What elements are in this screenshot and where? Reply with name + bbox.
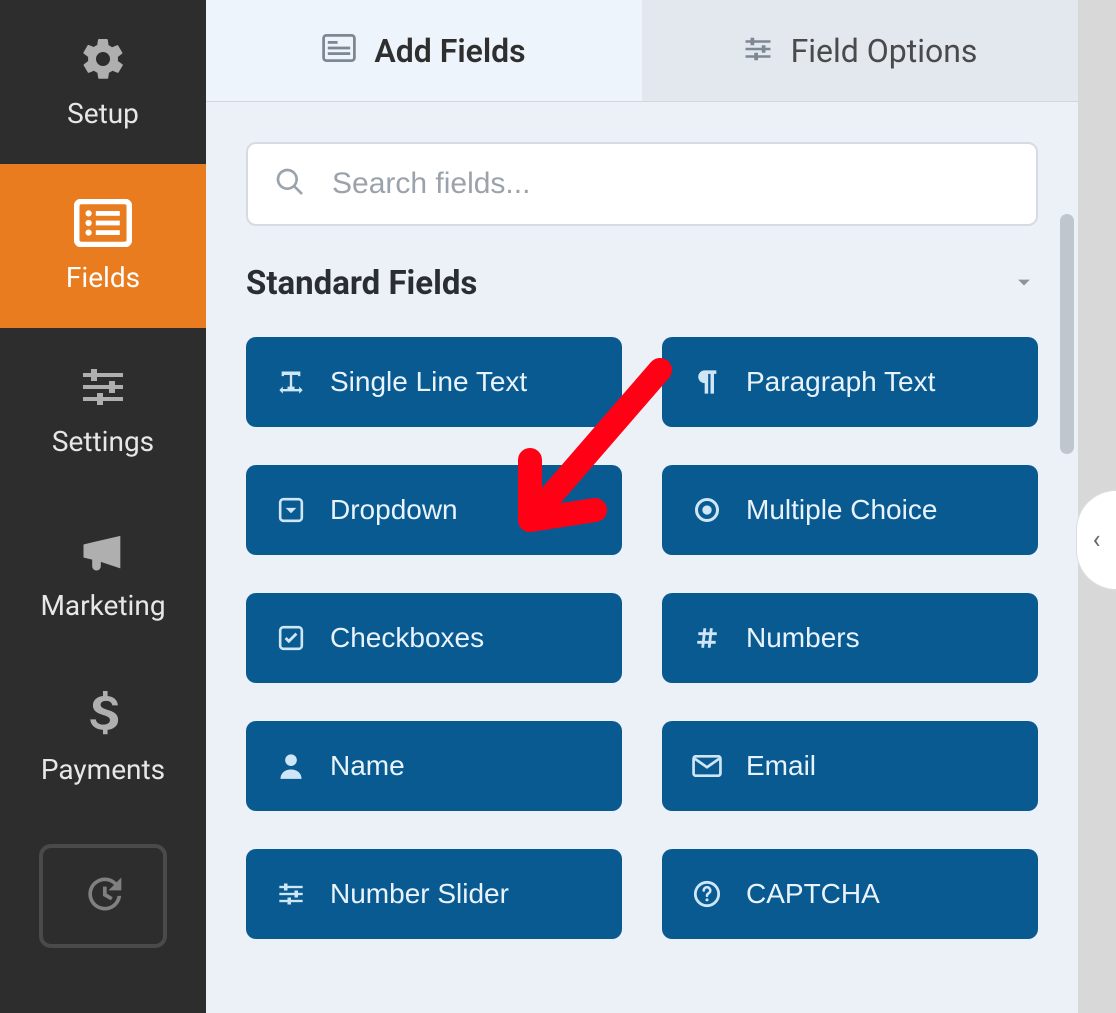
radio-icon [692, 496, 722, 524]
dollar-icon [88, 691, 118, 739]
sliders-icon [79, 363, 127, 411]
field-label: Checkboxes [330, 622, 484, 654]
tab-label: Add Fields [374, 32, 525, 70]
field-dropdown[interactable]: Dropdown [246, 465, 622, 555]
field-label: Multiple Choice [746, 494, 937, 526]
field-label: CAPTCHA [746, 878, 880, 910]
history-icon [81, 872, 125, 920]
field-multiple-choice[interactable]: Multiple Choice [662, 465, 1038, 555]
main-panel: Add Fields Field Options Standard Fields [206, 0, 1078, 1013]
sidebar-label: Payments [41, 753, 165, 786]
chevron-down-icon [1010, 268, 1038, 300]
sidebar-item-settings[interactable]: Settings [0, 328, 206, 492]
field-email[interactable]: Email [662, 721, 1038, 811]
paragraph-icon [692, 368, 722, 396]
field-label: Numbers [746, 622, 860, 654]
scrollbar[interactable] [1060, 214, 1074, 454]
section-title: Standard Fields [246, 264, 477, 303]
sidebar-label: Fields [66, 261, 140, 294]
field-label: Email [746, 750, 816, 782]
section-header[interactable]: Standard Fields [246, 264, 1038, 303]
field-label: Single Line Text [330, 366, 527, 398]
history-button[interactable] [39, 844, 167, 948]
sidebar-item-fields[interactable]: Fields [0, 164, 206, 328]
tab-field-options[interactable]: Field Options [642, 0, 1078, 101]
field-grid: Single Line Text Paragraph Text Dropdown [246, 337, 1038, 939]
text-width-icon [276, 369, 306, 395]
field-name[interactable]: Name [246, 721, 622, 811]
question-circle-icon [692, 880, 722, 908]
caret-square-icon [276, 497, 306, 523]
tabs: Add Fields Field Options [206, 0, 1078, 102]
tab-label: Field Options [791, 32, 978, 70]
sidebar-item-setup[interactable]: Setup [0, 0, 206, 164]
field-captcha[interactable]: CAPTCHA [662, 849, 1038, 939]
bullhorn-icon [77, 527, 129, 575]
field-label: Dropdown [330, 494, 458, 526]
checkbox-icon [276, 625, 306, 651]
sidebar-label: Marketing [40, 589, 165, 622]
hash-icon [692, 625, 722, 651]
field-paragraph-text[interactable]: Paragraph Text [662, 337, 1038, 427]
field-numbers[interactable]: Numbers [662, 593, 1038, 683]
field-checkboxes[interactable]: Checkboxes [246, 593, 622, 683]
field-label: Paragraph Text [746, 366, 935, 398]
chevron-left-icon: ‹ [1093, 525, 1101, 555]
field-label: Name [330, 750, 405, 782]
tab-add-fields[interactable]: Add Fields [206, 0, 642, 101]
sliders-icon [743, 32, 773, 70]
gear-icon [79, 35, 127, 83]
sidebar-label: Setup [67, 97, 139, 130]
sidebar-item-payments[interactable]: Payments [0, 656, 206, 820]
search-input[interactable] [246, 142, 1038, 226]
list-icon [74, 199, 132, 247]
sidebar-item-marketing[interactable]: Marketing [0, 492, 206, 656]
user-icon [276, 752, 306, 780]
field-number-slider[interactable]: Number Slider [246, 849, 622, 939]
field-label: Number Slider [330, 878, 509, 910]
envelope-icon [692, 755, 722, 777]
sliders-icon [276, 882, 306, 906]
sidebar-label: Settings [52, 425, 154, 458]
search-icon [274, 166, 306, 202]
sidebar: Setup Fields Settings Marketing Payments [0, 0, 206, 1013]
form-icon [322, 32, 356, 70]
field-single-line-text[interactable]: Single Line Text [246, 337, 622, 427]
